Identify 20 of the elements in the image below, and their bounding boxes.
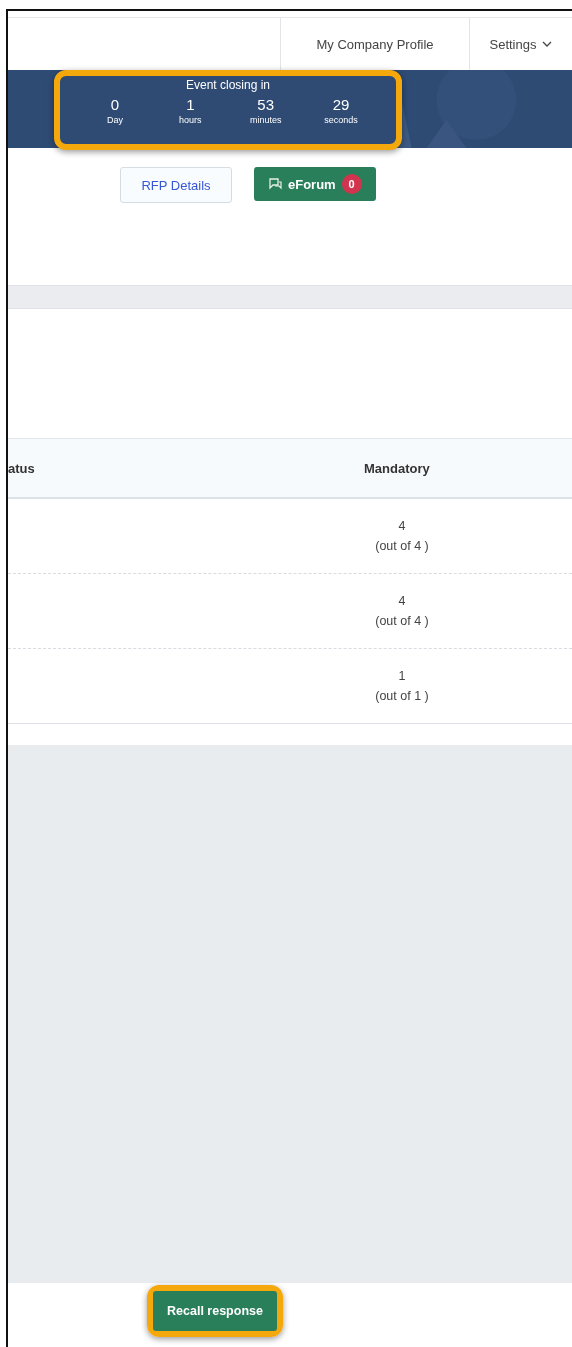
- countdown-unit: minutes: [249, 115, 282, 125]
- countdown-unit: seconds: [324, 115, 358, 125]
- eforum-button[interactable]: eForum 0: [254, 167, 376, 201]
- recall-response-button[interactable]: Recall response: [153, 1291, 277, 1331]
- countdown-value: 53: [257, 96, 274, 113]
- countdown-title: Event closing in: [184, 78, 271, 92]
- countdown-value: 0: [110, 96, 120, 113]
- countdown-value: 29: [332, 96, 350, 113]
- rfp-details-button[interactable]: RFP Details: [120, 167, 232, 203]
- column-header: atus: [8, 460, 36, 476]
- chat-icon: [268, 177, 282, 191]
- chevron-down-icon: [542, 41, 553, 47]
- countdown-unit: Day: [107, 115, 123, 125]
- column-header: Mandatory: [364, 460, 430, 476]
- count-badge: 0: [341, 174, 362, 194]
- table-cell-text: 4 (out of 4 ): [374, 518, 430, 555]
- countdown-unit: hours: [179, 115, 202, 125]
- table-cell-text: 1 (out of 1 ): [374, 668, 430, 705]
- countdown-value: 1: [186, 96, 195, 113]
- table-cell-text: 4 (out of 4 ): [374, 593, 430, 630]
